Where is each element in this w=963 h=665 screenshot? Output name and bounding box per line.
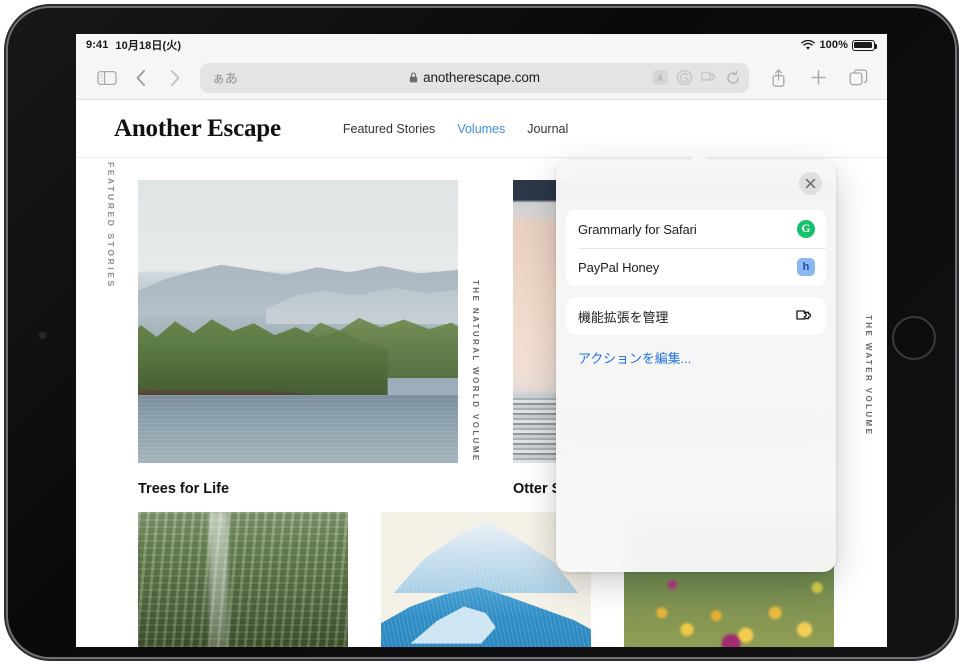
battery-percent: 100% — [819, 39, 848, 51]
card-title[interactable]: Trees for Life — [138, 481, 458, 497]
ipad-device-frame: 9:41 10月18日(火) 100% — [8, 8, 955, 657]
battery-icon — [852, 40, 875, 51]
address-bar-actions — [652, 69, 741, 86]
forward-button[interactable] — [158, 63, 192, 93]
device-screen: 9:41 10月18日(火) 100% — [76, 34, 887, 647]
share-icon[interactable] — [761, 63, 795, 93]
wifi-icon — [801, 40, 815, 51]
puzzle-piece-icon[interactable] — [700, 70, 718, 85]
popover-item-grammarly[interactable]: Grammarly for Safari G — [566, 210, 826, 248]
status-time: 9:41 — [86, 39, 108, 51]
sidebar-icon[interactable] — [90, 63, 124, 93]
grammarly-icon[interactable] — [676, 69, 693, 86]
popover-arrow — [689, 151, 709, 161]
close-icon[interactable] — [799, 172, 822, 195]
site-header: Another Escape Featured Stories Volumes … — [76, 100, 887, 158]
extension-list-group: Grammarly for Safari G PayPal Honey h — [566, 210, 826, 286]
puzzle-piece-icon — [795, 308, 815, 324]
reader-mode-icon[interactable] — [652, 69, 669, 86]
nav-journal[interactable]: Journal — [527, 122, 568, 136]
popover-item-label: 機能拡張を管理 — [578, 307, 668, 326]
site-logo[interactable]: Another Escape — [114, 115, 281, 143]
edit-actions-link[interactable]: アクションを編集... — [566, 346, 826, 367]
water-volume-vertical-label: THE WATER VOLUME — [864, 315, 873, 436]
status-date: 10月18日(火) — [115, 37, 181, 53]
reload-icon[interactable] — [725, 70, 741, 86]
popover-content: Grammarly for Safari G PayPal Honey h 機能… — [556, 160, 836, 367]
tab-overview-icon[interactable] — [841, 63, 875, 93]
toolbar-right-tools — [761, 63, 875, 93]
new-tab-button[interactable] — [801, 63, 835, 93]
back-button[interactable] — [124, 63, 158, 93]
card-volume-label: THE NATURAL WORLD VOLUME — [471, 280, 480, 463]
grammarly-icon: G — [797, 220, 815, 238]
manage-extensions-group: 機能拡張を管理 — [566, 297, 826, 335]
site-nav: Featured Stories Volumes Journal — [343, 122, 568, 136]
status-bar-right: 100% — [801, 39, 875, 51]
status-bar: 9:41 10月18日(火) 100% — [76, 34, 887, 56]
address-bar[interactable]: ぁあ anotherescape.com — [200, 63, 749, 93]
url-text: anotherescape.com — [423, 70, 540, 85]
popover-item-label: Grammarly for Safari — [578, 222, 697, 237]
status-bar-left: 9:41 10月18日(火) — [86, 37, 181, 53]
popover-item-paypal-honey[interactable]: PayPal Honey h — [566, 248, 826, 286]
web-page-content: Another Escape Featured Stories Volumes … — [76, 100, 887, 647]
lock-icon — [409, 72, 418, 83]
front-camera — [38, 331, 47, 340]
extensions-popover: Grammarly for Safari G PayPal Honey h 機能… — [556, 160, 836, 572]
card-trees-for-life[interactable]: THE NATURAL WORLD VOLUME Trees for Life — [138, 180, 458, 497]
loch-forest-mountains-photo[interactable] — [138, 180, 458, 463]
home-button[interactable] — [892, 316, 936, 360]
browser-toolbar: ぁあ anotherescape.com — [76, 56, 887, 100]
forest-waterfall-photo[interactable] — [138, 512, 348, 647]
popover-item-label: PayPal Honey — [578, 260, 659, 275]
text-size-button[interactable]: ぁあ — [208, 68, 237, 87]
popover-item-manage-extensions[interactable]: 機能拡張を管理 — [566, 297, 826, 335]
nav-volumes[interactable]: Volumes — [457, 122, 505, 136]
nav-featured-stories[interactable]: Featured Stories — [343, 122, 435, 136]
paypal-honey-icon: h — [797, 258, 815, 276]
